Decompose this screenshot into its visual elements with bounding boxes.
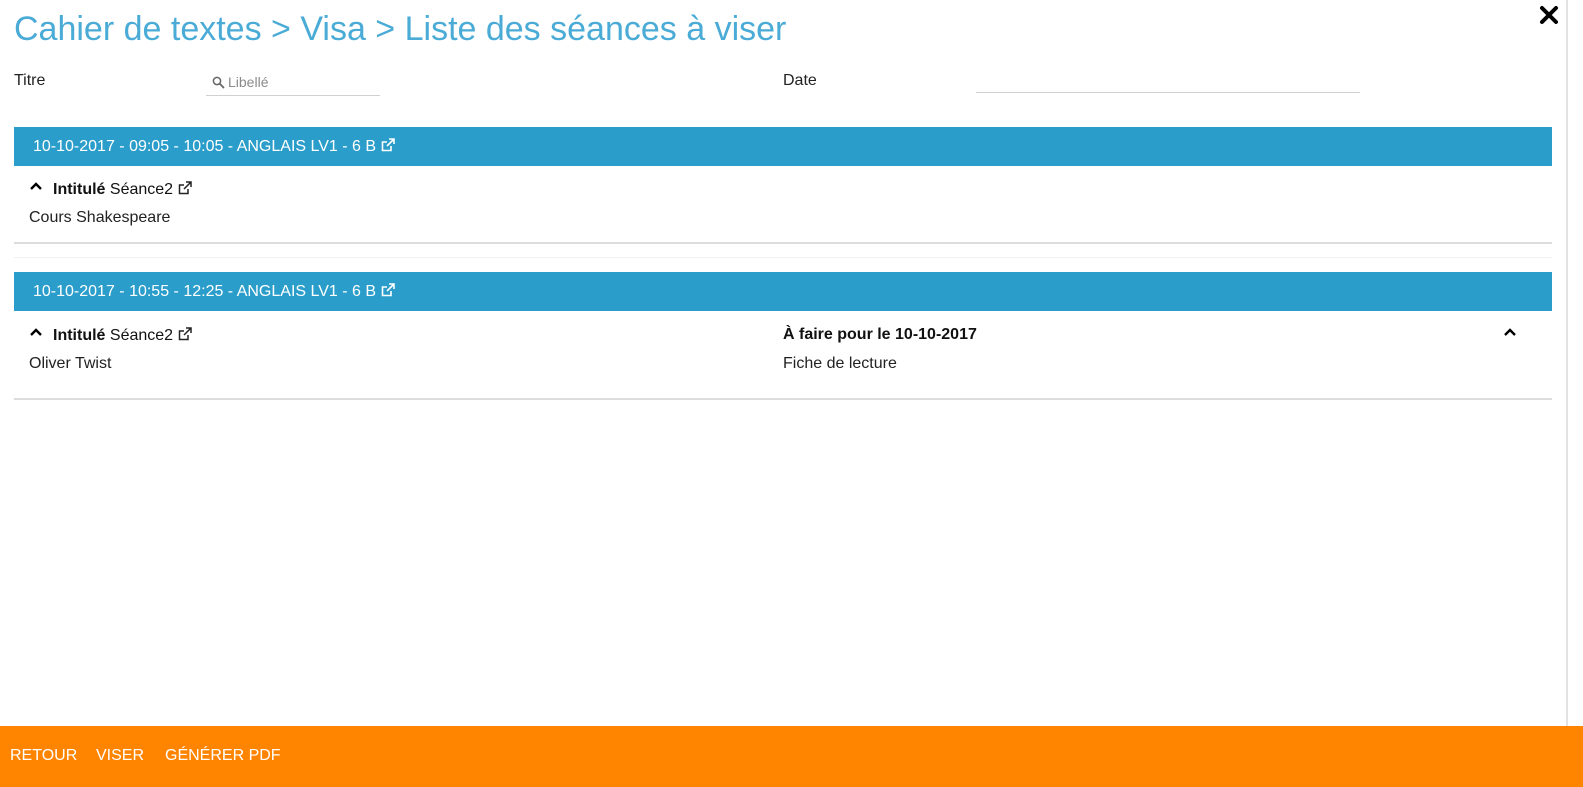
external-link-icon[interactable] xyxy=(380,137,396,153)
devoir-content: Fiche de lecture xyxy=(783,355,897,372)
retour-button[interactable]: RETOUR xyxy=(10,726,77,787)
divider xyxy=(14,257,1552,258)
seance-body: Intitulé Séance2 Cours Shakespeare xyxy=(14,166,1552,244)
intitule-value: Séance2 xyxy=(109,327,174,344)
titre-input[interactable] xyxy=(206,70,380,94)
date-input[interactable] xyxy=(976,67,1360,91)
seance-header-label: 10-10-2017 - 09:05 - 10:05 - ANGLAIS LV1… xyxy=(33,138,377,155)
external-link-icon[interactable] xyxy=(177,180,193,196)
date-label: Date xyxy=(783,72,817,89)
seance-card: 10-10-2017 - 10:55 - 12:25 - ANGLAIS LV1… xyxy=(14,272,1552,400)
external-link-icon[interactable] xyxy=(177,326,193,342)
seance-content: Cours Shakespeare xyxy=(29,209,171,226)
close-icon[interactable] xyxy=(1538,4,1560,26)
intitule-label: Intitulé xyxy=(53,181,106,198)
seance-body: Intitulé Séance2 Oliver Twist À faire po… xyxy=(14,311,1552,400)
date-field xyxy=(976,67,1360,93)
generer-pdf-button[interactable]: GÉNÉRER PDF xyxy=(165,726,281,787)
chevron-up-icon[interactable] xyxy=(1503,327,1517,337)
search-icon xyxy=(212,76,225,89)
titre-label: Titre xyxy=(14,72,46,89)
chevron-up-icon[interactable] xyxy=(29,327,43,337)
scrollbar[interactable] xyxy=(1566,0,1568,726)
intitule-line: Intitulé Séance2 xyxy=(53,180,193,199)
seance-header-label: 10-10-2017 - 10:55 - 12:25 - ANGLAIS LV1… xyxy=(33,283,377,300)
seance-card: 10-10-2017 - 09:05 - 10:05 - ANGLAIS LV1… xyxy=(14,127,1552,244)
page-title: Cahier de textes > Visa > Liste des séan… xyxy=(14,10,787,48)
devoir-title: À faire pour le 10-10-2017 xyxy=(783,326,977,343)
intitule-line: Intitulé Séance2 xyxy=(53,326,193,345)
seance-header[interactable]: 10-10-2017 - 09:05 - 10:05 - ANGLAIS LV1… xyxy=(14,127,1552,166)
visa-page: Cahier de textes > Visa > Liste des séan… xyxy=(0,0,1583,787)
titre-field xyxy=(206,70,380,96)
external-link-icon[interactable] xyxy=(380,282,396,298)
footer-bar: RETOUR VISER GÉNÉRER PDF xyxy=(0,726,1583,787)
viser-button[interactable]: VISER xyxy=(96,726,144,787)
seance-content: Oliver Twist xyxy=(29,355,112,372)
chevron-up-icon[interactable] xyxy=(29,181,43,191)
intitule-label: Intitulé xyxy=(53,327,106,344)
seance-header[interactable]: 10-10-2017 - 10:55 - 12:25 - ANGLAIS LV1… xyxy=(14,272,1552,311)
intitule-value: Séance2 xyxy=(109,181,174,198)
